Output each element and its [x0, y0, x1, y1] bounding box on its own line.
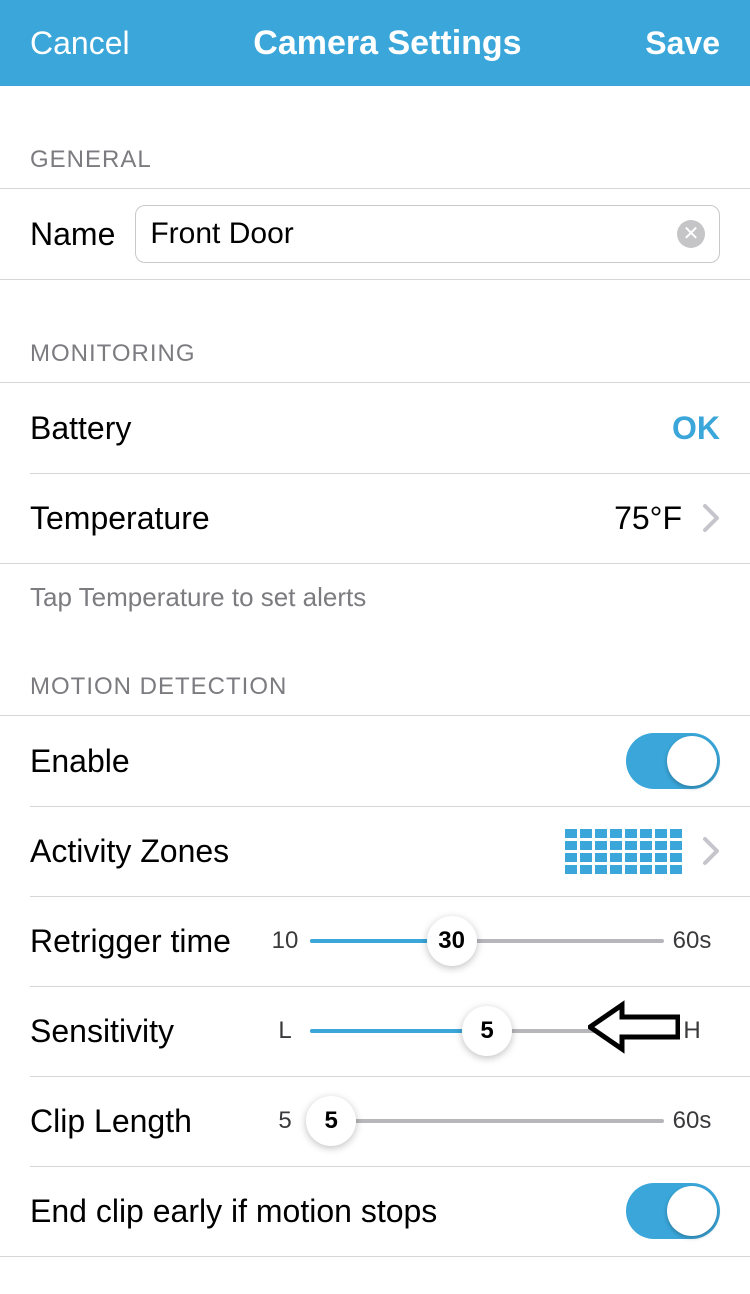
zone-grid-icon — [565, 829, 682, 874]
clip-thumb[interactable]: 5 — [306, 1096, 356, 1146]
name-input-wrap: ✕ — [135, 205, 720, 263]
clip-label: Clip Length — [30, 1103, 260, 1140]
enable-toggle[interactable] — [626, 733, 720, 789]
clear-name-button[interactable]: ✕ — [677, 220, 705, 248]
close-icon: ✕ — [683, 224, 700, 244]
save-button[interactable]: Save — [645, 25, 720, 62]
sensitivity-slider[interactable]: 5 — [310, 1006, 664, 1056]
end-early-toggle[interactable] — [626, 1183, 720, 1239]
clip-min: 5 — [260, 1107, 310, 1135]
chevron-right-icon — [702, 836, 720, 866]
retrigger-slider[interactable]: 30 — [310, 916, 664, 966]
zones-label: Activity Zones — [30, 833, 229, 870]
header-bar: Cancel Camera Settings Save — [0, 0, 750, 86]
clip-slider[interactable]: 5 — [310, 1096, 664, 1146]
row-end-early: End clip early if motion stops — [0, 1166, 750, 1256]
section-header-monitoring: MONITORING — [0, 280, 750, 382]
row-enable: Enable — [0, 716, 750, 806]
row-clip-length: Clip Length 5 5 60s — [0, 1076, 750, 1166]
group-monitoring: Battery OK Temperature 75°F — [0, 382, 750, 564]
retrigger-label: Retrigger time — [30, 923, 260, 960]
retrigger-thumb[interactable]: 30 — [427, 916, 477, 966]
cancel-button[interactable]: Cancel — [30, 25, 130, 62]
page-title: Camera Settings — [253, 24, 521, 63]
group-general: Name ✕ — [0, 188, 750, 280]
name-input[interactable] — [150, 217, 677, 251]
end-early-label: End clip early if motion stops — [30, 1193, 437, 1230]
row-name: Name ✕ — [0, 189, 750, 279]
section-header-motion: MOTION DETECTION — [0, 613, 750, 715]
battery-label: Battery — [30, 410, 131, 447]
sensitivity-max: H — [664, 1017, 720, 1045]
row-activity-zones[interactable]: Activity Zones — [0, 806, 750, 896]
clip-max: 60s — [664, 1107, 720, 1135]
monitoring-footer: Tap Temperature to set alerts — [0, 564, 750, 613]
row-temperature[interactable]: Temperature 75°F — [0, 473, 750, 563]
chevron-right-icon — [702, 503, 720, 533]
retrigger-max: 60s — [664, 927, 720, 955]
temperature-label: Temperature — [30, 500, 210, 537]
row-retrigger: Retrigger time 10 30 60s — [0, 896, 750, 986]
row-sensitivity: Sensitivity L 5 H — [0, 986, 750, 1076]
sensitivity-min: L — [260, 1017, 310, 1045]
section-header-general: GENERAL — [0, 86, 750, 188]
group-motion: Enable Activity Zones Retrigger time 10 … — [0, 715, 750, 1257]
sensitivity-label: Sensitivity — [30, 1013, 260, 1050]
retrigger-min: 10 — [260, 927, 310, 955]
battery-status: OK — [672, 410, 720, 447]
temperature-value: 75°F — [614, 500, 682, 537]
enable-label: Enable — [30, 743, 130, 780]
sensitivity-thumb[interactable]: 5 — [462, 1006, 512, 1056]
name-label: Name — [30, 216, 115, 253]
row-battery[interactable]: Battery OK — [0, 383, 750, 473]
